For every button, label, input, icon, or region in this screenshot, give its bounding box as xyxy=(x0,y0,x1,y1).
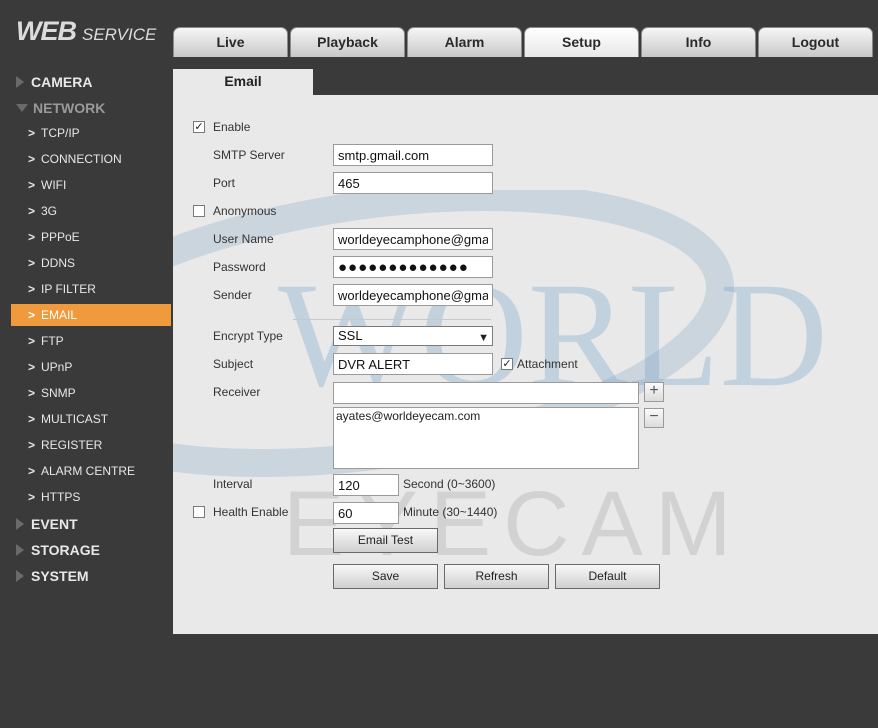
sidebar-item-multicast[interactable]: > MULTICAST xyxy=(11,408,171,430)
enable-checkbox[interactable]: ✓ xyxy=(193,121,205,133)
add-receiver-button[interactable]: + xyxy=(644,382,664,402)
enable-label: Enable xyxy=(213,120,251,134)
attachment-checkbox[interactable]: ✓ xyxy=(501,358,513,370)
default-button[interactable]: Default xyxy=(555,564,660,589)
interval-unit: Second (0~3600) xyxy=(403,477,496,491)
chevron-right-icon: > xyxy=(28,204,36,218)
interval-input[interactable] xyxy=(333,474,399,496)
collapse-triangle-icon xyxy=(16,104,28,112)
sender-label: Sender xyxy=(213,288,252,302)
receiver-label: Receiver xyxy=(213,385,261,399)
port-label: Port xyxy=(213,176,236,190)
receiver-list-item[interactable]: ayates@worldeyecam.com xyxy=(336,409,636,423)
chevron-right-icon: > xyxy=(28,412,36,426)
anonymous-checkbox[interactable] xyxy=(193,205,205,217)
chevron-right-icon: > xyxy=(28,464,36,478)
anonymous-label: Anonymous xyxy=(213,204,277,218)
sidebar-item-ip-filter[interactable]: > IP FILTER xyxy=(11,278,171,300)
chevron-right-icon: > xyxy=(28,282,36,296)
tab-alarm[interactable]: Alarm xyxy=(407,27,522,57)
tab-setup[interactable]: Setup xyxy=(524,27,639,57)
sidebar-item-ftp[interactable]: > FTP xyxy=(11,330,171,352)
sidebar-item-email[interactable]: > EMAIL xyxy=(11,304,171,326)
encrypt-type-select[interactable]: SSL ▼ xyxy=(333,326,493,346)
port-input[interactable] xyxy=(333,172,493,194)
health-interval-input[interactable] xyxy=(333,502,399,524)
sidebar-item-network[interactable]: NETWORK xyxy=(16,97,105,119)
chevron-right-icon: > xyxy=(28,178,36,192)
health-enable-label: Health Enable xyxy=(213,505,289,519)
health-interval-unit: Minute (30~1440) xyxy=(403,505,498,519)
email-settings-panel: WORLD EYECAM ✓ Enable SMTP Server Port A… xyxy=(173,95,878,634)
email-test-button[interactable]: Email Test xyxy=(333,528,438,553)
chevron-right-icon: > xyxy=(28,256,36,270)
remove-receiver-button[interactable]: − xyxy=(644,408,664,428)
expand-triangle-icon xyxy=(16,76,24,88)
password-input[interactable] xyxy=(333,256,493,278)
logo-secondary: SERVICE xyxy=(82,25,157,44)
sidebar-item-alarm-centre[interactable]: > ALARM CENTRE xyxy=(11,460,171,482)
smtp-server-input[interactable] xyxy=(333,144,493,166)
username-input[interactable] xyxy=(333,228,493,250)
tab-playback[interactable]: Playback xyxy=(290,27,405,57)
save-button[interactable]: Save xyxy=(333,564,438,589)
chevron-right-icon: > xyxy=(28,334,36,348)
sidebar-item-camera[interactable]: CAMERA xyxy=(16,71,92,93)
tab-logout[interactable]: Logout xyxy=(758,27,873,57)
divider xyxy=(293,319,491,320)
chevron-right-icon: > xyxy=(28,386,36,400)
chevron-right-icon: > xyxy=(28,360,36,374)
sidebar-item-upnp[interactable]: > UPnP xyxy=(11,356,171,378)
header: WEB SERVICE Live Playback Alarm Setup Inf… xyxy=(0,0,878,58)
sidebar-item-system[interactable]: SYSTEM xyxy=(16,565,89,587)
encrypt-type-label: Encrypt Type xyxy=(213,329,283,343)
tab-live[interactable]: Live xyxy=(173,27,288,57)
sidebar-item-tcpip[interactable]: > TCP/IP xyxy=(11,122,171,144)
logo-primary: WEB xyxy=(16,16,77,46)
sender-input[interactable] xyxy=(333,284,493,306)
attachment-label: Attachment xyxy=(517,357,578,371)
tab-info[interactable]: Info xyxy=(641,27,756,57)
sidebar-item-pppoe[interactable]: > PPPoE xyxy=(11,226,171,248)
sidebar-item-storage[interactable]: STORAGE xyxy=(16,539,100,561)
smtp-server-label: SMTP Server xyxy=(213,148,285,162)
health-enable-checkbox[interactable] xyxy=(193,506,205,518)
sidebar-item-register[interactable]: > REGISTER xyxy=(11,434,171,456)
chevron-right-icon: > xyxy=(28,490,36,504)
chevron-right-icon: > xyxy=(28,308,36,322)
page-tab-email[interactable]: Email xyxy=(173,69,313,95)
sidebar: CAMERA NETWORK > TCP/IP > CONNECTION > WIFI… xyxy=(0,58,173,728)
receiver-list[interactable]: ayates@worldeyecam.com xyxy=(333,407,639,469)
subject-input[interactable] xyxy=(333,353,493,375)
username-label: User Name xyxy=(213,232,274,246)
sidebar-item-snmp[interactable]: > SNMP xyxy=(11,382,171,404)
interval-label: Interval xyxy=(213,477,253,491)
sidebar-item-event[interactable]: EVENT xyxy=(16,513,78,535)
password-label: Password xyxy=(213,260,266,274)
logo: WEB SERVICE xyxy=(16,16,156,47)
expand-triangle-icon xyxy=(16,544,24,556)
sidebar-item-ddns[interactable]: > DDNS xyxy=(11,252,171,274)
refresh-button[interactable]: Refresh xyxy=(444,564,549,589)
sidebar-item-3g[interactable]: >3G xyxy=(11,200,171,222)
sidebar-item-https[interactable]: > HTTPS xyxy=(11,486,171,508)
chevron-right-icon: > xyxy=(28,152,36,166)
chevron-right-icon: > xyxy=(28,230,36,244)
chevron-right-icon: > xyxy=(28,438,36,452)
expand-triangle-icon xyxy=(16,518,24,530)
sidebar-item-connection[interactable]: > CONNECTION xyxy=(11,148,171,170)
receiver-input[interactable] xyxy=(333,382,639,404)
sidebar-item-wifi[interactable]: > WIFI xyxy=(11,174,171,196)
encrypt-type-value: SSL xyxy=(338,328,363,343)
chevron-down-icon: ▼ xyxy=(478,332,489,344)
subject-label: Subject xyxy=(213,357,254,371)
chevron-right-icon: > xyxy=(28,126,36,140)
expand-triangle-icon xyxy=(16,570,24,582)
